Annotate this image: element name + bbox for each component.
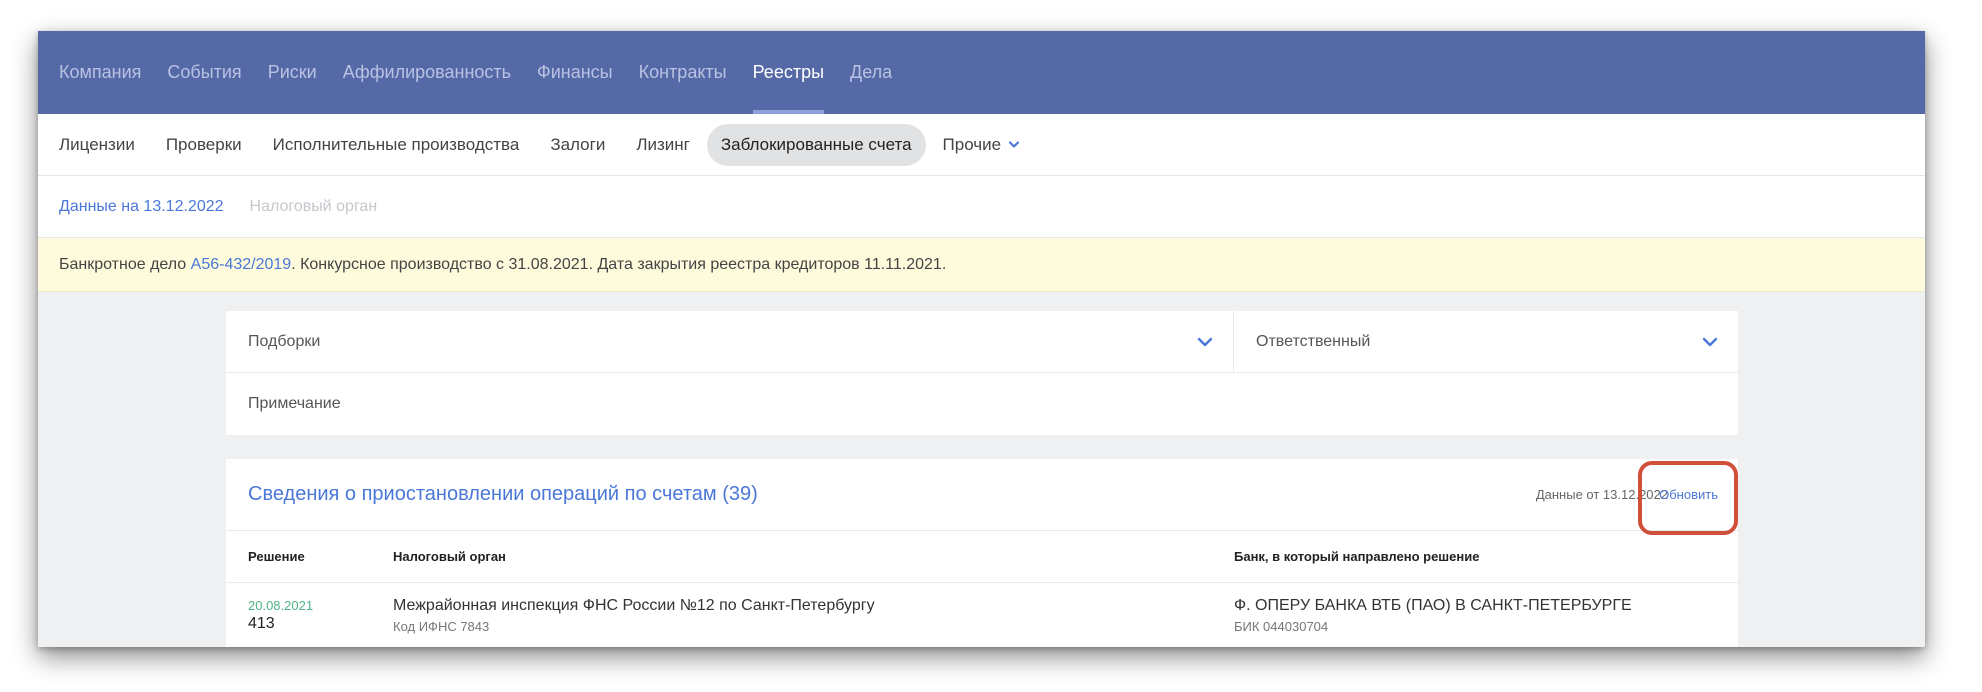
- subnav-item-leasing[interactable]: Лизинг: [636, 135, 690, 155]
- subnav-item-enforcement[interactable]: Исполнительные производства: [273, 135, 520, 155]
- decision-cell: 20.08.2021 413: [226, 598, 393, 633]
- bank-bik: БИК 044030704: [1234, 618, 1329, 634]
- bankruptcy-banner: Банкротное дело А56-432/2019. Конкурсное…: [38, 238, 1925, 292]
- responsible-dropdown[interactable]: Ответственный: [1234, 311, 1738, 372]
- tax-authority-name: Межрайонная инспекция ФНС России №12 по …: [393, 596, 875, 614]
- subnav-item-inspections[interactable]: Проверки: [166, 135, 242, 155]
- tax-authority-link[interactable]: Налоговый орган: [250, 198, 378, 216]
- chevron-down-icon: [1702, 337, 1718, 346]
- column-header-decision: Решение: [248, 549, 305, 564]
- subnav-item-pledges[interactable]: Залоги: [550, 135, 605, 155]
- table-row[interactable]: 20.08.2021 413 Межрайонная инспекция ФНС…: [226, 583, 1738, 647]
- decision-date: 20.08.2021: [248, 597, 314, 613]
- nav-item-registries[interactable]: Реестры: [752, 31, 825, 114]
- nav-item-finance[interactable]: Финансы: [537, 31, 613, 114]
- subnav-more-label: Прочие: [942, 134, 1002, 154]
- nav-item-events[interactable]: События: [167, 31, 241, 114]
- panel-title: Сведения о приостановлении операций по с…: [248, 483, 758, 505]
- selections-dropdown[interactable]: Подборки: [226, 311, 1234, 372]
- registries-subnav: Лицензии Проверки Исполнительные произво…: [38, 114, 1925, 176]
- data-updated-label: Данные от 13.12.2022: [1535, 487, 1668, 502]
- selections-label: Подборки: [248, 332, 321, 350]
- banner-prefix: Банкротное дело: [59, 255, 191, 273]
- nav-item-company[interactable]: Компания: [59, 31, 141, 114]
- column-header-bank: Банк, в который направлено решение: [1234, 549, 1480, 564]
- note-label: Примечание: [248, 395, 341, 412]
- nav-item-affiliation[interactable]: Аффилированность: [343, 31, 511, 114]
- panel-header: Сведения о приостановлении операций по с…: [226, 459, 1738, 535]
- table-header: Решение Налоговый орган Банк, в который …: [226, 531, 1738, 583]
- refresh-button[interactable]: Обновить: [1659, 487, 1718, 502]
- responsible-label: Ответственный: [1256, 332, 1371, 350]
- bank-name: Ф. ОПЕРУ БАНКА ВТБ (ПАО) В САНКТ-ПЕТЕРБУ…: [1234, 596, 1632, 614]
- subnav-item-blocked-accounts[interactable]: Заблокированные счета: [706, 123, 926, 166]
- filters-panel: Подборки Ответственный Примечание: [226, 311, 1738, 435]
- bankruptcy-case-link[interactable]: А56-432/2019: [191, 256, 292, 274]
- nav-item-contracts[interactable]: Контракты: [639, 31, 727, 114]
- nav-item-cases[interactable]: Дела: [850, 31, 892, 114]
- subnav-item-licenses[interactable]: Лицензии: [59, 135, 135, 155]
- app-window: Компания События Риски Аффилированность …: [38, 31, 1925, 647]
- tax-authority-code: Код ИФНС 7843: [393, 618, 490, 634]
- tax-authority-cell: Межрайонная инспекция ФНС России №12 по …: [393, 597, 1234, 634]
- subnav-more-dropdown[interactable]: Прочие: [943, 135, 1020, 155]
- banner-suffix: . Конкурсное производство с 31.08.2021. …: [291, 255, 947, 273]
- note-row: Примечание: [226, 373, 1738, 435]
- chevron-down-icon: [1197, 337, 1213, 346]
- chevron-down-icon: [1009, 140, 1020, 148]
- data-date-link[interactable]: Данные на 13.12.2022: [59, 198, 224, 216]
- account-suspensions-panel: Сведения о приостановлении операций по с…: [226, 459, 1738, 647]
- nav-item-risks[interactable]: Риски: [268, 31, 317, 114]
- bank-cell: Ф. ОПЕРУ БАНКА ВТБ (ПАО) В САНКТ-ПЕТЕРБУ…: [1234, 597, 1738, 634]
- data-source-row: Данные на 13.12.2022 Налоговый орган: [38, 176, 1925, 238]
- filters-row: Подборки Ответственный: [226, 311, 1738, 373]
- note-field[interactable]: Примечание: [226, 373, 361, 435]
- column-header-tax-authority: Налоговый орган: [393, 549, 506, 564]
- top-navigation: Компания События Риски Аффилированность …: [38, 31, 1925, 114]
- decision-number: 413: [248, 614, 275, 632]
